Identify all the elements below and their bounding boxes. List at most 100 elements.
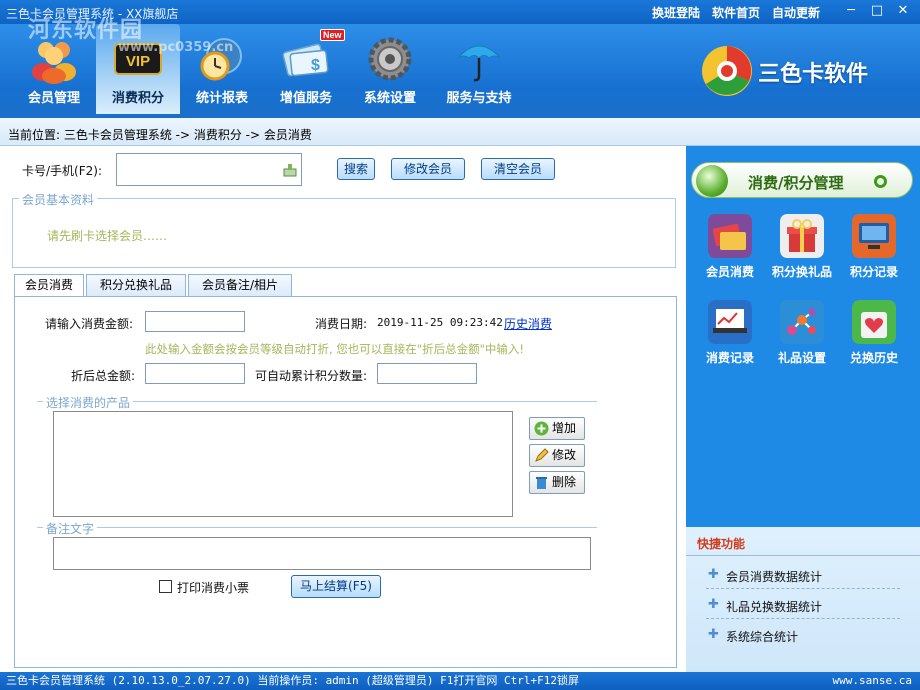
gift-icon	[780, 214, 824, 258]
right-panel: 消费/积分管理 会员消费 积分换礼品 积分记录 消费记录 礼品设置 兑换历史 快…	[686, 146, 920, 672]
card-phone-input[interactable]	[116, 153, 302, 186]
products-group: 选择消费的产品	[37, 394, 597, 411]
member-info-caption: 会员基本资料	[19, 191, 98, 208]
quick-system-stats[interactable]: ✚ 系统综合统计	[706, 621, 900, 649]
tab-points-gift[interactable]: 积分兑换礼品	[86, 274, 186, 296]
card-phone-label: 卡号/手机(F2):	[22, 164, 102, 178]
computer-record-icon	[852, 214, 896, 258]
rp-consume-record[interactable]: 消费记录	[692, 300, 768, 366]
amount-label: 请输入消费金额:	[45, 317, 134, 331]
nav-value-added-service[interactable]: $ New 增值服务	[264, 24, 348, 114]
clear-member-button[interactable]: 清空会员	[481, 158, 555, 180]
rp-points-record[interactable]: 积分记录	[836, 214, 912, 280]
add-label: 增加	[552, 421, 577, 435]
software-home-link[interactable]: 软件首页	[712, 6, 760, 20]
maximize-button[interactable]: □	[866, 2, 888, 20]
new-badge: New	[320, 29, 345, 41]
edit-member-button[interactable]: 修改会员	[391, 158, 465, 180]
plus-icon: ✚	[708, 567, 719, 582]
print-receipt-checkbox[interactable]	[159, 580, 172, 593]
tab-member-consume[interactable]: 会员消费	[14, 274, 84, 297]
quick-functions: 快捷功能 ✚ 会员消费数据统计 ✚ 礼品兑换数据统计 ✚ 系统综合统计	[686, 527, 920, 672]
rp-label: 消费记录	[705, 351, 754, 365]
plus-icon: ✚	[708, 597, 719, 612]
rp-label: 礼品设置	[777, 351, 826, 365]
nav-statistics-report[interactable]: 统计报表	[180, 24, 264, 114]
print-receipt-label: 打印消费小票	[177, 581, 250, 595]
status-text: 三色卡会员管理系统 (2.10.13.0_2.07.27.0) 当前操作员: a…	[6, 674, 580, 687]
nav-label: 统计报表	[195, 91, 248, 106]
discount-hint: 此处输入金额会按会员等级自动打折, 您也可以直接在"折后总金额"中输入!	[145, 342, 524, 356]
quick-item-label: 系统综合统计	[726, 630, 799, 644]
main-content: 卡号/手机(F2): 搜索 修改会员 清空会员 会员基本资料 请先刷卡选择会员……	[0, 146, 686, 672]
watermark-url: www.pc0359.cn	[118, 40, 234, 55]
rp-points-gift[interactable]: 积分换礼品	[764, 214, 840, 280]
switch-shift-link[interactable]: 换班登陆	[652, 6, 700, 20]
nav-service-support[interactable]: 服务与支持	[432, 24, 526, 114]
trash-icon	[536, 477, 547, 489]
quick-item-label: 礼品兑换数据统计	[726, 600, 823, 614]
minimize-button[interactable]: ─	[840, 2, 862, 20]
pencil-icon	[535, 448, 549, 462]
green-orb-icon	[696, 165, 728, 197]
edit-product-button[interactable]: 修改	[529, 444, 585, 467]
quick-item-label: 会员消费数据统计	[726, 570, 823, 584]
consume-panel: 请输入消费金额: 消费日期: 2019-11-25 09:23:42 历史消费 …	[14, 296, 677, 668]
note-textarea[interactable]	[53, 537, 591, 570]
tab-member-notes[interactable]: 会员备注/相片	[188, 274, 292, 296]
discount-total-input[interactable]	[145, 363, 245, 384]
plus-icon: ✚	[708, 627, 719, 642]
nav-label: 增值服务	[279, 91, 332, 106]
nav-label: 系统设置	[363, 91, 416, 106]
rp-label: 积分换礼品	[771, 265, 832, 279]
discount-total-label: 折后总金额:	[71, 369, 136, 383]
umbrella-icon	[457, 45, 501, 82]
note-caption: 备注文字	[43, 520, 98, 537]
add-product-button[interactable]: 增加	[529, 417, 585, 440]
heart-bag-icon	[852, 300, 896, 344]
products-caption: 选择消费的产品	[43, 394, 134, 411]
rp-label: 积分记录	[849, 265, 898, 279]
laptop-chart-icon	[708, 300, 752, 344]
quick-member-consume-stats[interactable]: ✚ 会员消费数据统计	[706, 561, 900, 589]
add-icon	[534, 421, 549, 436]
nav-label: 服务与支持	[446, 91, 512, 106]
rp-exchange-history[interactable]: 兑换历史	[836, 300, 912, 366]
quick-title: 快捷功能	[697, 537, 746, 551]
quick-gift-exchange-stats[interactable]: ✚ 礼品兑换数据统计	[706, 591, 900, 619]
status-bar: 三色卡会员管理系统 (2.10.13.0_2.07.27.0) 当前操作员: a…	[0, 672, 920, 690]
history-consume-link[interactable]: 历史消费	[504, 315, 552, 332]
edit-label: 修改	[552, 448, 577, 462]
svg-text:$: $	[311, 57, 320, 74]
ring-icon	[874, 175, 887, 188]
brand-logo-icon	[702, 46, 752, 96]
card-reader-icon[interactable]	[283, 163, 297, 177]
points-label: 可自动累计积分数量:	[255, 369, 368, 383]
search-button[interactable]: 搜索	[337, 158, 375, 180]
rp-member-consume[interactable]: 会员消费	[692, 214, 768, 280]
date-label: 消费日期:	[315, 317, 368, 331]
auto-update-link[interactable]: 自动更新	[772, 6, 820, 20]
network-settings-icon	[780, 300, 824, 344]
rp-label: 兑换历史	[849, 351, 898, 365]
nav-system-settings[interactable]: 系统设置	[348, 24, 432, 114]
note-group: 备注文字	[37, 520, 597, 537]
amount-input[interactable]	[145, 311, 245, 332]
member-info-group: 会员基本资料 请先刷卡选择会员……	[12, 191, 676, 268]
points-input[interactable]	[377, 363, 477, 384]
products-list[interactable]	[53, 411, 513, 517]
brand-name: 三色卡软件	[758, 62, 869, 87]
right-panel-header: 消费/积分管理	[691, 162, 913, 198]
delete-product-button[interactable]: 删除	[529, 471, 585, 494]
breadcrumb: 当前位置: 三色卡会员管理系统 -> 消费积分 -> 会员消费	[0, 118, 920, 146]
status-website: www.sanse.ca	[832, 674, 912, 687]
date-value: 2019-11-25 09:23:42	[377, 316, 503, 329]
checkout-button[interactable]: 马上结算(F5)	[291, 575, 381, 598]
title-links: 换班登陆 软件首页 自动更新	[640, 4, 820, 21]
close-button[interactable]: ✕	[892, 2, 914, 20]
card-payment-icon	[708, 214, 752, 258]
brand: 三色卡软件	[700, 42, 900, 102]
nav-label: 会员管理	[27, 91, 80, 106]
rp-gift-settings[interactable]: 礼品设置	[764, 300, 840, 366]
nav-label: 消费积分	[111, 91, 164, 106]
